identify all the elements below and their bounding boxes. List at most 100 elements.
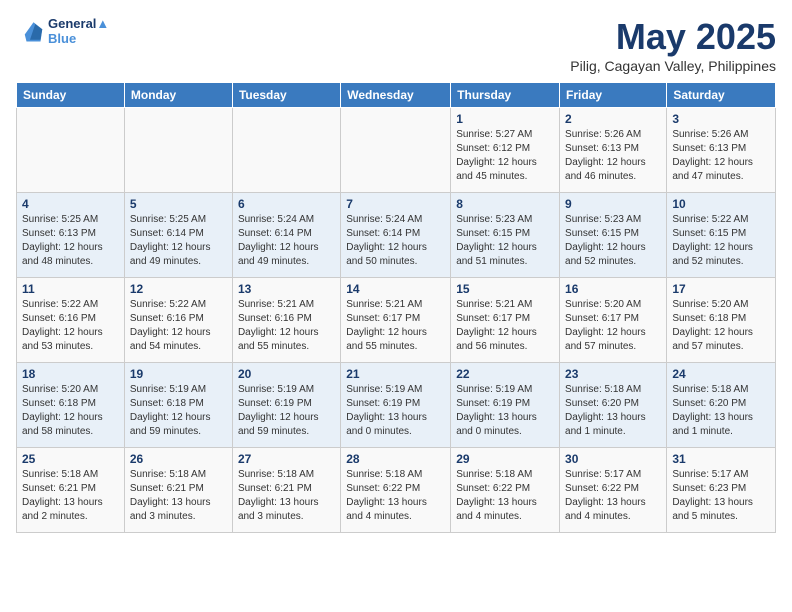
calendar-cell: 24Sunrise: 5:18 AM Sunset: 6:20 PM Dayli… [667,363,776,448]
day-number: 2 [565,112,661,126]
day-info: Sunrise: 5:21 AM Sunset: 6:16 PM Dayligh… [238,298,335,354]
day-number: 30 [565,452,661,466]
day-number: 5 [130,197,227,211]
day-number: 13 [238,282,335,296]
calendar-week-row: 1Sunrise: 5:27 AM Sunset: 6:12 PM Daylig… [17,108,776,193]
calendar-cell: 15 Sunrise: 5:21 AM Sunset: 6:17 PM Dayli… [451,278,560,363]
day-info: Sunrise: 5:25 AM Sunset: 6:13 PM Dayligh… [22,213,119,269]
day-info: Sunrise: 5:18 AM Sunset: 6:21 PM Dayligh… [238,468,335,524]
calendar-cell: 28 Sunrise: 5:18 AM Sunset: 6:22 PM Dayli… [341,448,451,533]
day-info: Sunrise: 5:18 AM Sunset: 6:21 PM Dayligh… [22,468,119,524]
calendar-cell: 11 Sunrise: 5:22 AM Sunset: 6:16 PM Dayli… [17,278,125,363]
day-number: 1 [456,112,554,126]
calendar-cell: 3 Sunrise: 5:26 AM Sunset: 6:13 PM Daylig… [667,108,776,193]
weekday-header: Sunday [17,83,125,108]
title-block: May 2025 Pilig, Cagayan Valley, Philippi… [570,16,776,74]
day-number: 15 [456,282,554,296]
calendar-cell [232,108,340,193]
day-number: 20 [238,367,335,381]
day-number: 8 [456,197,554,211]
day-number: 19 [130,367,227,381]
day-info: Sunrise: 5:19 AM Sunset: 6:19 PM Dayligh… [456,383,554,439]
calendar-cell: 23Sunrise: 5:18 AM Sunset: 6:20 PM Dayli… [560,363,667,448]
calendar-cell: 20 Sunrise: 5:19 AM Sunset: 6:19 PM Dayli… [232,363,340,448]
day-info: Sunrise: 5:20 AM Sunset: 6:18 PM Dayligh… [22,383,119,439]
calendar-cell: 21 Sunrise: 5:19 AM Sunset: 6:19 PM Dayli… [341,363,451,448]
calendar-week-row: 18 Sunrise: 5:20 AM Sunset: 6:18 PM Dayli… [17,363,776,448]
day-info: Sunrise: 5:18 AM Sunset: 6:22 PM Dayligh… [346,468,445,524]
day-info: Sunrise: 5:25 AM Sunset: 6:14 PM Dayligh… [130,213,227,269]
day-number: 26 [130,452,227,466]
calendar-week-row: 4 Sunrise: 5:25 AM Sunset: 6:13 PM Daylig… [17,193,776,278]
day-number: 18 [22,367,119,381]
page-header: General▲ Blue May 2025 Pilig, Cagayan Va… [16,16,776,74]
calendar-week-row: 11 Sunrise: 5:22 AM Sunset: 6:16 PM Dayli… [17,278,776,363]
day-number: 14 [346,282,445,296]
day-number: 21 [346,367,445,381]
calendar-cell: 5 Sunrise: 5:25 AM Sunset: 6:14 PM Daylig… [124,193,232,278]
day-number: 9 [565,197,661,211]
day-info: Sunrise: 5:18 AM Sunset: 6:20 PM Dayligh… [672,383,770,439]
day-number: 4 [22,197,119,211]
calendar-subtitle: Pilig, Cagayan Valley, Philippines [570,58,776,74]
calendar-cell: 25 Sunrise: 5:18 AM Sunset: 6:21 PM Dayli… [17,448,125,533]
day-info: Sunrise: 5:20 AM Sunset: 6:17 PM Dayligh… [565,298,661,354]
day-info: Sunrise: 5:17 AM Sunset: 6:23 PM Dayligh… [672,468,770,524]
calendar-cell: 10 Sunrise: 5:22 AM Sunset: 6:15 PM Dayli… [667,193,776,278]
day-number: 31 [672,452,770,466]
calendar-cell: 31 Sunrise: 5:17 AM Sunset: 6:23 PM Dayli… [667,448,776,533]
day-info: Sunrise: 5:17 AM Sunset: 6:22 PM Dayligh… [565,468,661,524]
day-info: Sunrise: 5:18 AM Sunset: 6:22 PM Dayligh… [456,468,554,524]
day-info: Sunrise: 5:19 AM Sunset: 6:19 PM Dayligh… [238,383,335,439]
calendar-cell: 30 Sunrise: 5:17 AM Sunset: 6:22 PM Dayli… [560,448,667,533]
day-number: 27 [238,452,335,466]
weekday-header: Thursday [451,83,560,108]
calendar-cell: 16 Sunrise: 5:20 AM Sunset: 6:17 PM Dayli… [560,278,667,363]
day-number: 10 [672,197,770,211]
calendar-cell: 4 Sunrise: 5:25 AM Sunset: 6:13 PM Daylig… [17,193,125,278]
day-number: 22 [456,367,554,381]
calendar-cell: 6Sunrise: 5:24 AM Sunset: 6:14 PM Daylig… [232,193,340,278]
day-info: Sunrise: 5:23 AM Sunset: 6:15 PM Dayligh… [456,213,554,269]
day-info: Sunrise: 5:24 AM Sunset: 6:14 PM Dayligh… [346,213,445,269]
weekday-header: Wednesday [341,83,451,108]
day-info: Sunrise: 5:26 AM Sunset: 6:13 PM Dayligh… [565,128,661,184]
day-info: Sunrise: 5:21 AM Sunset: 6:17 PM Dayligh… [346,298,445,354]
day-number: 7 [346,197,445,211]
day-number: 11 [22,282,119,296]
calendar-cell: 14 Sunrise: 5:21 AM Sunset: 6:17 PM Dayli… [341,278,451,363]
calendar-header-row: SundayMondayTuesdayWednesdayThursdayFrid… [17,83,776,108]
day-info: Sunrise: 5:23 AM Sunset: 6:15 PM Dayligh… [565,213,661,269]
day-number: 29 [456,452,554,466]
calendar-cell [124,108,232,193]
calendar-cell: 7 Sunrise: 5:24 AM Sunset: 6:14 PM Daylig… [341,193,451,278]
calendar-cell: 26 Sunrise: 5:18 AM Sunset: 6:21 PM Dayli… [124,448,232,533]
calendar-cell: 29 Sunrise: 5:18 AM Sunset: 6:22 PM Dayli… [451,448,560,533]
day-number: 16 [565,282,661,296]
day-info: Sunrise: 5:19 AM Sunset: 6:19 PM Dayligh… [346,383,445,439]
calendar-cell: 18 Sunrise: 5:20 AM Sunset: 6:18 PM Dayli… [17,363,125,448]
day-number: 3 [672,112,770,126]
calendar-cell: 17Sunrise: 5:20 AM Sunset: 6:18 PM Dayli… [667,278,776,363]
day-number: 12 [130,282,227,296]
calendar-cell: 12Sunrise: 5:22 AM Sunset: 6:16 PM Dayli… [124,278,232,363]
logo: General▲ Blue [16,16,109,46]
day-info: Sunrise: 5:22 AM Sunset: 6:16 PM Dayligh… [22,298,119,354]
day-number: 25 [22,452,119,466]
weekday-header: Saturday [667,83,776,108]
calendar-cell [341,108,451,193]
calendar-cell: 1Sunrise: 5:27 AM Sunset: 6:12 PM Daylig… [451,108,560,193]
calendar-cell: 27 Sunrise: 5:18 AM Sunset: 6:21 PM Dayli… [232,448,340,533]
day-info: Sunrise: 5:19 AM Sunset: 6:18 PM Dayligh… [130,383,227,439]
day-number: 23 [565,367,661,381]
day-number: 28 [346,452,445,466]
calendar-week-row: 25 Sunrise: 5:18 AM Sunset: 6:21 PM Dayli… [17,448,776,533]
day-info: Sunrise: 5:18 AM Sunset: 6:21 PM Dayligh… [130,468,227,524]
day-info: Sunrise: 5:26 AM Sunset: 6:13 PM Dayligh… [672,128,770,184]
day-info: Sunrise: 5:22 AM Sunset: 6:15 PM Dayligh… [672,213,770,269]
calendar-cell: 2 Sunrise: 5:26 AM Sunset: 6:13 PM Daylig… [560,108,667,193]
day-info: Sunrise: 5:21 AM Sunset: 6:17 PM Dayligh… [456,298,554,354]
calendar-cell: 8 Sunrise: 5:23 AM Sunset: 6:15 PM Daylig… [451,193,560,278]
day-number: 6 [238,197,335,211]
weekday-header: Tuesday [232,83,340,108]
